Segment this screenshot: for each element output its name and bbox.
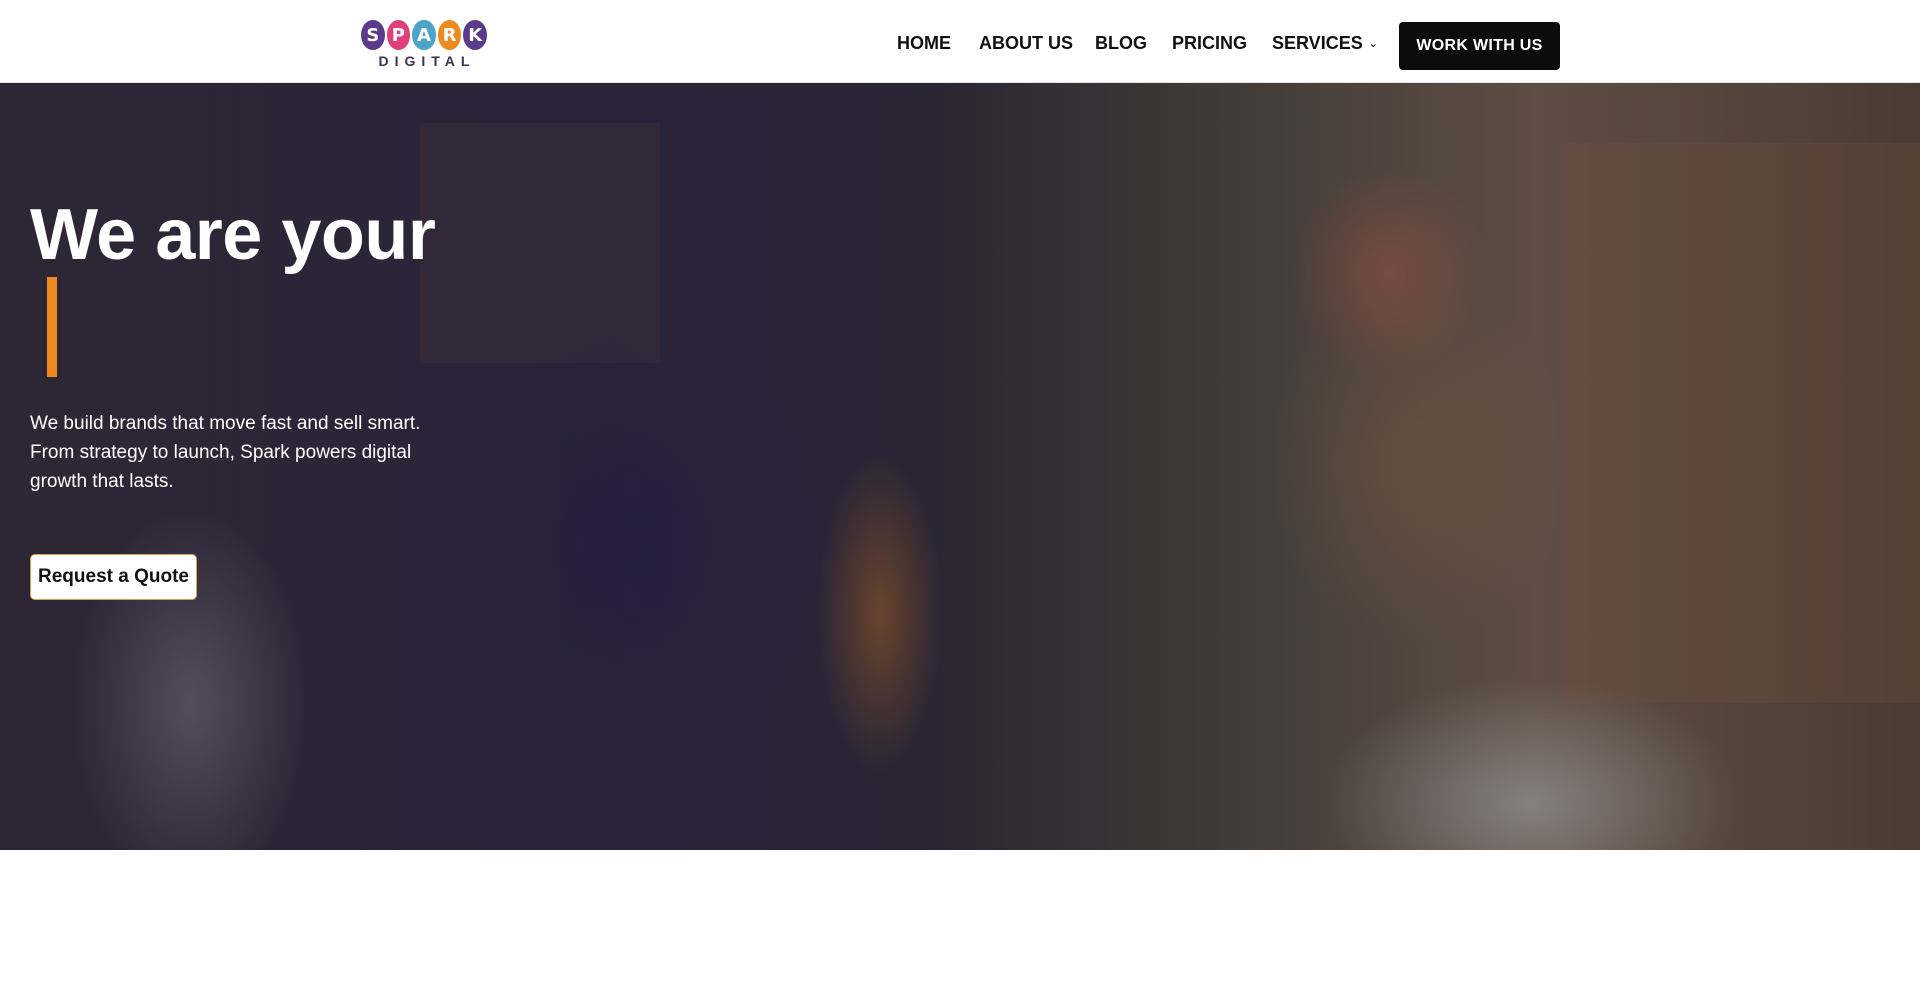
logo-letter-r: R <box>437 20 462 50</box>
site-header: S P A R K DIGITAL HOME ABOUT US BLOG PRI… <box>0 0 1920 83</box>
logo-subtitle: DIGITAL <box>378 53 476 69</box>
hero-title: We are your <box>30 195 436 275</box>
logo-letter-p: P <box>386 20 411 50</box>
nav-home[interactable]: HOME <box>897 32 951 54</box>
hero-section: We are your We build brands that move fa… <box>0 83 1920 850</box>
nav-services[interactable]: SERVICES ⌄ <box>1272 32 1378 55</box>
logo-letter-k: K <box>463 20 487 50</box>
typing-cursor <box>47 277 57 377</box>
hero-description: We build brands that move fast and sell … <box>30 413 421 492</box>
nav-about-us[interactable]: ABOUT US <box>979 32 1073 54</box>
work-with-us-button[interactable]: WORK WITH US <box>1399 22 1560 70</box>
request-quote-button[interactable]: Request a Quote <box>30 554 197 600</box>
logo-mark: S P A R K <box>361 20 487 50</box>
nav-services-label: SERVICES <box>1272 33 1363 53</box>
spark-digital-logo[interactable]: S P A R K DIGITAL <box>361 20 487 72</box>
logo-letter-a: A <box>412 20 436 50</box>
nav-pricing[interactable]: PRICING <box>1172 32 1247 54</box>
chevron-down-icon: ⌄ <box>1368 38 1378 50</box>
logo-letter-s: S <box>361 20 385 50</box>
nav-blog[interactable]: BLOG <box>1095 32 1147 54</box>
